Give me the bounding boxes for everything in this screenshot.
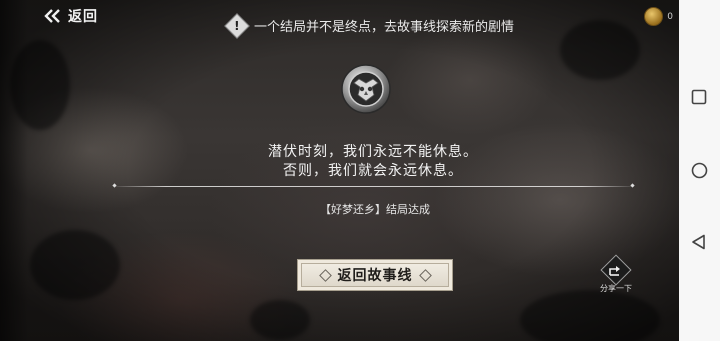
share-icon	[609, 266, 620, 276]
return-to-storyline-button[interactable]: 返回故事线	[297, 259, 453, 291]
quote-line-1: 潜伏时刻，我们永远不能休息。	[268, 144, 478, 160]
exclamation-icon: !	[224, 12, 250, 39]
share-label: 分享一下	[600, 284, 632, 293]
system-navigation-bar	[679, 0, 720, 341]
coin-icon	[644, 7, 664, 26]
ink-splotch	[250, 300, 310, 340]
back-label: 返回	[68, 9, 98, 25]
recents-square-icon[interactable]	[691, 89, 707, 105]
quote-line-2: 否则，我们就会永远休息。	[283, 163, 463, 179]
ink-splotch	[560, 20, 640, 80]
return-button-label: 返回故事线	[337, 268, 413, 284]
share-button[interactable]: 分享一下	[600, 254, 632, 297]
divider	[114, 186, 634, 187]
coin-balance: 0	[644, 7, 673, 26]
diamond-ornament-icon	[418, 268, 432, 282]
coin-count: 0	[667, 11, 673, 22]
double-chevron-left-icon	[44, 9, 60, 23]
hint-banner: ! 一个结局并不是终点，去故事线探索新的剧情	[224, 12, 515, 39]
ink-splotch	[30, 230, 120, 300]
diamond-ornament-icon	[318, 268, 332, 282]
back-triangle-icon[interactable]	[691, 234, 707, 250]
ink-splotch	[520, 290, 660, 341]
ending-achieved-text: 【好梦还乡】结局达成	[320, 203, 430, 216]
game-ending-screen: 返回 ! 一个结局并不是终点，去故事线探索新的剧情 潜伏时刻，我们永远不能休息。…	[0, 0, 720, 341]
owl-crest-icon	[341, 64, 391, 114]
hint-text: 一个结局并不是终点，去故事线探索新的剧情	[254, 20, 515, 35]
home-circle-icon[interactable]	[691, 162, 708, 179]
back-button[interactable]: 返回	[44, 6, 98, 26]
